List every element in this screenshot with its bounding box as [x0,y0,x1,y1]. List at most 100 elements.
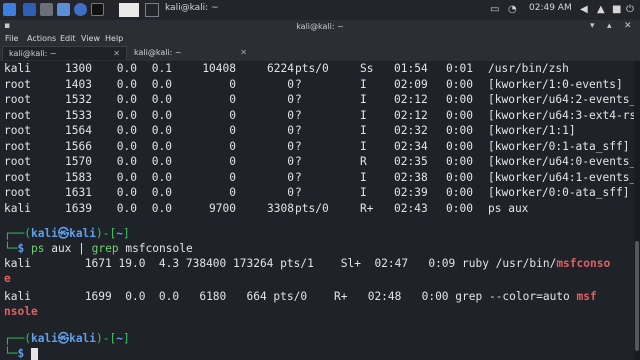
process-time: 0:00 [446,93,473,106]
process-start: 02:35 [394,155,428,168]
process-stat: Ss [360,62,374,75]
grep-text: kali 1699 0.0 0.0 6180 664 pts/0 R+ 02:4… [4,290,577,303]
process-start: 02:32 [394,124,428,137]
tab-1-close-icon[interactable]: ✕ [113,47,120,61]
process-vsz: 0 [229,170,236,184]
process-time: 0:00 [446,155,473,168]
process-time: 0:01 [446,62,473,75]
prompt-frame: └─ [4,347,18,360]
process-stat: I [360,170,367,184]
command-line-2[interactable]: └─$ [4,346,38,360]
process-row: root 1583 0.0 0.0 0 0? I 02:38 0:00 [kworker/u64:… [0,170,637,185]
clock[interactable]: 02:49 AM [529,3,572,13]
workspace-2-button[interactable] [145,3,159,17]
process-tty: ? [295,77,302,91]
process-row: kali 1300 0.0 0.1 10408 6224 pts/0 Ss 01:54 0:01 /… [0,61,634,76]
grep-result-1: kali 1671 19.0 4.3 738400 173264 pts/1 S… [4,256,610,271]
kali-menu-icon[interactable] [3,3,16,16]
process-pid: 1631 [65,186,92,199]
process-tty: ? [295,139,302,153]
grep-result-2-wrap: nsole [4,304,38,319]
process-vsz: 9700 [209,201,236,215]
prompt-frame: ] [123,227,130,240]
process-mem: 0.0 [151,93,172,106]
taskbar: kali@kali: ~ ▭ ◔ 02:49 AM ◀ ▲ ■ ⏻ [0,0,640,21]
menu-file[interactable]: File [5,33,18,45]
prompt-user-host: kali㉿kali [30,227,97,240]
process-vsz: 0 [229,93,236,106]
menu-view[interactable]: View [81,33,100,45]
process-rss: 0 [287,170,294,184]
process-mem: 0.0 [151,186,172,199]
process-pid: 1566 [65,139,92,153]
window-titlebar[interactable]: ▪ kali@kali: ~ ▾ ▴ ✕ [0,20,640,33]
workspace-1-button[interactable] [119,3,139,17]
process-mem: 0.0 [151,139,172,153]
tab-2-close-icon[interactable]: ✕ [240,46,247,60]
process-row: root 1533 0.0 0.0 0 0? I 02:12 0:00 [kworker/u64:… [0,108,636,123]
grep-match: msf [576,290,597,303]
process-start: 02:39 [394,186,428,199]
process-cpu: 0.0 [116,124,137,137]
process-pid: 1570 [65,155,92,168]
prompt-user-host: kali㉿kali [30,332,97,345]
process-time: 0:00 [446,201,473,215]
process-mem: 0.0 [151,77,172,91]
tab-bar: kali@kali: ~ ✕ kali@kali: ~ ✕ [0,45,640,62]
prompt-frame: └─ [4,242,18,255]
tab-2[interactable]: kali@kali: ~ ✕ [128,46,253,60]
process-vsz: 0 [229,108,236,122]
tab-1-label: kali@kali: ~ [9,49,57,58]
terminal-launcher-icon[interactable] [91,3,104,16]
taskbar-window-label[interactable]: kali@kali: ~ [165,3,219,13]
minimize-icon[interactable]: ▾ [590,21,595,31]
process-pid: 1583 [65,170,92,184]
menu-actions[interactable]: Actions [27,33,56,45]
process-cpu: 0.0 [116,62,137,75]
process-mem: 0.0 [151,124,172,137]
scrollbar-thumb[interactable] [635,241,639,351]
volume-icon[interactable]: ◀ [580,4,588,16]
process-tty: ? [295,155,302,168]
menu-help[interactable]: Help [105,33,123,45]
terminal-output[interactable]: kali 1300 0.0 0.1 10408 6224 pts/0 Ss 01:54 0:01/… [0,61,640,360]
power-icon[interactable]: ⏻ [626,4,634,16]
process-cpu: 0.0 [116,155,137,168]
process-vsz: 0 [229,77,236,91]
tab-1[interactable]: kali@kali: ~ ✕ [2,46,127,60]
process-command: [kworker/u64:0-events_ [488,155,637,168]
process-rss: 0 [287,93,294,106]
process-mem: 0.0 [151,201,172,215]
process-stat: I [360,124,367,137]
process-user: root [4,170,31,184]
notification-bell-icon[interactable]: ▲ [597,4,605,16]
process-rss: 0 [287,139,294,153]
file-manager-icon[interactable] [40,3,53,16]
process-cpu: 0.0 [116,201,137,215]
process-tty: ? [295,93,302,106]
maximize-icon[interactable]: ▴ [607,21,612,31]
process-time: 0:00 [446,124,473,137]
process-rss: 0 [287,155,294,168]
text-editor-icon[interactable] [57,3,70,16]
prompt-dir: ~ [116,227,123,240]
grep-result-1-wrap: e [4,271,11,286]
process-stat: I [360,77,367,91]
desktop-icon[interactable] [23,3,36,16]
close-icon[interactable]: ✕ [624,21,632,31]
menu-edit[interactable]: Edit [60,33,76,45]
process-command: [kworker/u64:1-events_ [488,170,637,184]
process-pid: 1403 [65,77,92,91]
process-pid: 1639 [65,201,92,215]
menu-bar: File Actions Edit View Help [0,33,640,45]
process-time: 0:00 [446,170,473,184]
scrollbar[interactable] [634,61,640,360]
lock-icon[interactable]: ■ [612,4,621,16]
process-user: root [4,93,31,106]
command-arg: msfconsole [118,242,193,255]
notification-icon[interactable]: ◔ [508,4,517,16]
process-cpu: 0.0 [116,170,137,184]
screen-icon[interactable]: ▭ [490,4,499,16]
process-user: kali [4,201,31,215]
browser-icon[interactable] [74,3,87,16]
